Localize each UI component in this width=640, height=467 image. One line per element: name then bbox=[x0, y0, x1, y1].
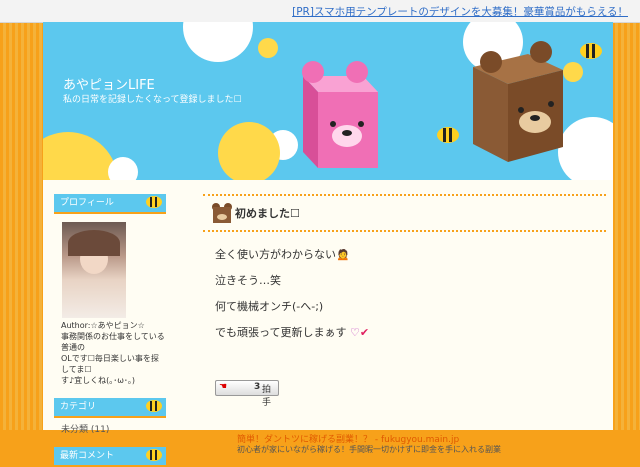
brown-bear-illustration bbox=[473, 41, 563, 162]
site-title[interactable]: あやピョンLIFE bbox=[63, 74, 155, 93]
entry-line: 泣きそう…笑 bbox=[215, 274, 281, 287]
main-content: 初めました☐ 全く使い方がわからない🙍 泣きそう…笑 何て機械オンチ(-へ-;)… bbox=[203, 194, 606, 454]
entry-header: 初めました☐ bbox=[203, 194, 606, 232]
clap-button[interactable]: ☚ 3 拍手 bbox=[215, 380, 279, 408]
bee-icon bbox=[580, 43, 602, 59]
comments-heading-label: 最新コメント bbox=[60, 451, 115, 461]
entry-line: でも頑張って更新しまぁす ♡✔ bbox=[215, 326, 370, 339]
category-heading: カテゴリ bbox=[54, 398, 166, 418]
site-subtitle: 私の日常を記録したくなって登録しました☐ bbox=[63, 95, 242, 105]
hand-icon: ☚ bbox=[219, 382, 228, 392]
profile-description-line: OLです☐毎日楽しい事を探してま☐ bbox=[61, 354, 159, 374]
comments-heading: 最新コメント bbox=[54, 447, 166, 467]
bee-icon bbox=[146, 449, 162, 461]
entry-line-text: でも頑張って更新しまぁす bbox=[215, 326, 347, 339]
profile-heading-label: プロフィール bbox=[60, 198, 114, 208]
decor-circle bbox=[218, 122, 280, 180]
bee-icon bbox=[146, 196, 162, 208]
page-container: あやピョンLIFE 私の日常を記録したくなって登録しました☐ プロフィール Au… bbox=[43, 22, 613, 467]
bee-icon bbox=[437, 127, 459, 143]
header-banner: あやピョンLIFE 私の日常を記録したくなって登録しました☐ bbox=[43, 22, 613, 180]
profile-description-line: 事務関係のお仕事をしている普通の bbox=[61, 332, 165, 352]
ad-description: 初心者が家にいながら稼げる！手間暇一切かけずに即金を手に入れる副業 bbox=[237, 445, 501, 454]
profile-photo[interactable] bbox=[62, 222, 126, 318]
entry-title[interactable]: 初めました☐ bbox=[235, 205, 300, 221]
bee-icon bbox=[146, 400, 162, 412]
decor-circle bbox=[43, 132, 118, 180]
pr-link[interactable]: [PR]スマホ用テンプレートのデザインを大募集！豪華賞品がもらえる！ bbox=[292, 4, 628, 19]
profile-author: Author:☆あやピョン☆ bbox=[61, 321, 145, 330]
sidebar: プロフィール Author:☆あやピョン☆ 事務関係のお仕事をしている普通の O… bbox=[54, 194, 166, 467]
pink-bear-illustration bbox=[302, 61, 378, 168]
bear-icon bbox=[212, 203, 232, 223]
entry-line: 全く使い方がわからない🙍 bbox=[215, 248, 350, 261]
pr-bar: [PR]スマホ用テンプレートのデザインを大募集！豪華賞品がもらえる！ bbox=[0, 0, 640, 23]
entry-line: 何て機械オンチ(-へ-;) bbox=[215, 300, 324, 313]
clap-count: 3 bbox=[254, 382, 261, 392]
category-heading-label: カテゴリ bbox=[60, 402, 97, 412]
decor-circle bbox=[108, 157, 138, 180]
profile-description-line: す♪宜しくね(｡･ω･｡) bbox=[61, 376, 136, 385]
entry-body: 全く使い方がわからない🙍 泣きそう…笑 何て機械オンチ(-へ-;) でも頑張って… bbox=[203, 242, 606, 346]
clap-label: 拍手 bbox=[262, 385, 272, 408]
category-item[interactable]: 未分類 (11) bbox=[54, 418, 166, 435]
decor-circle bbox=[183, 22, 253, 62]
decor-circle bbox=[258, 38, 278, 58]
profile-heading: プロフィール bbox=[54, 194, 166, 214]
